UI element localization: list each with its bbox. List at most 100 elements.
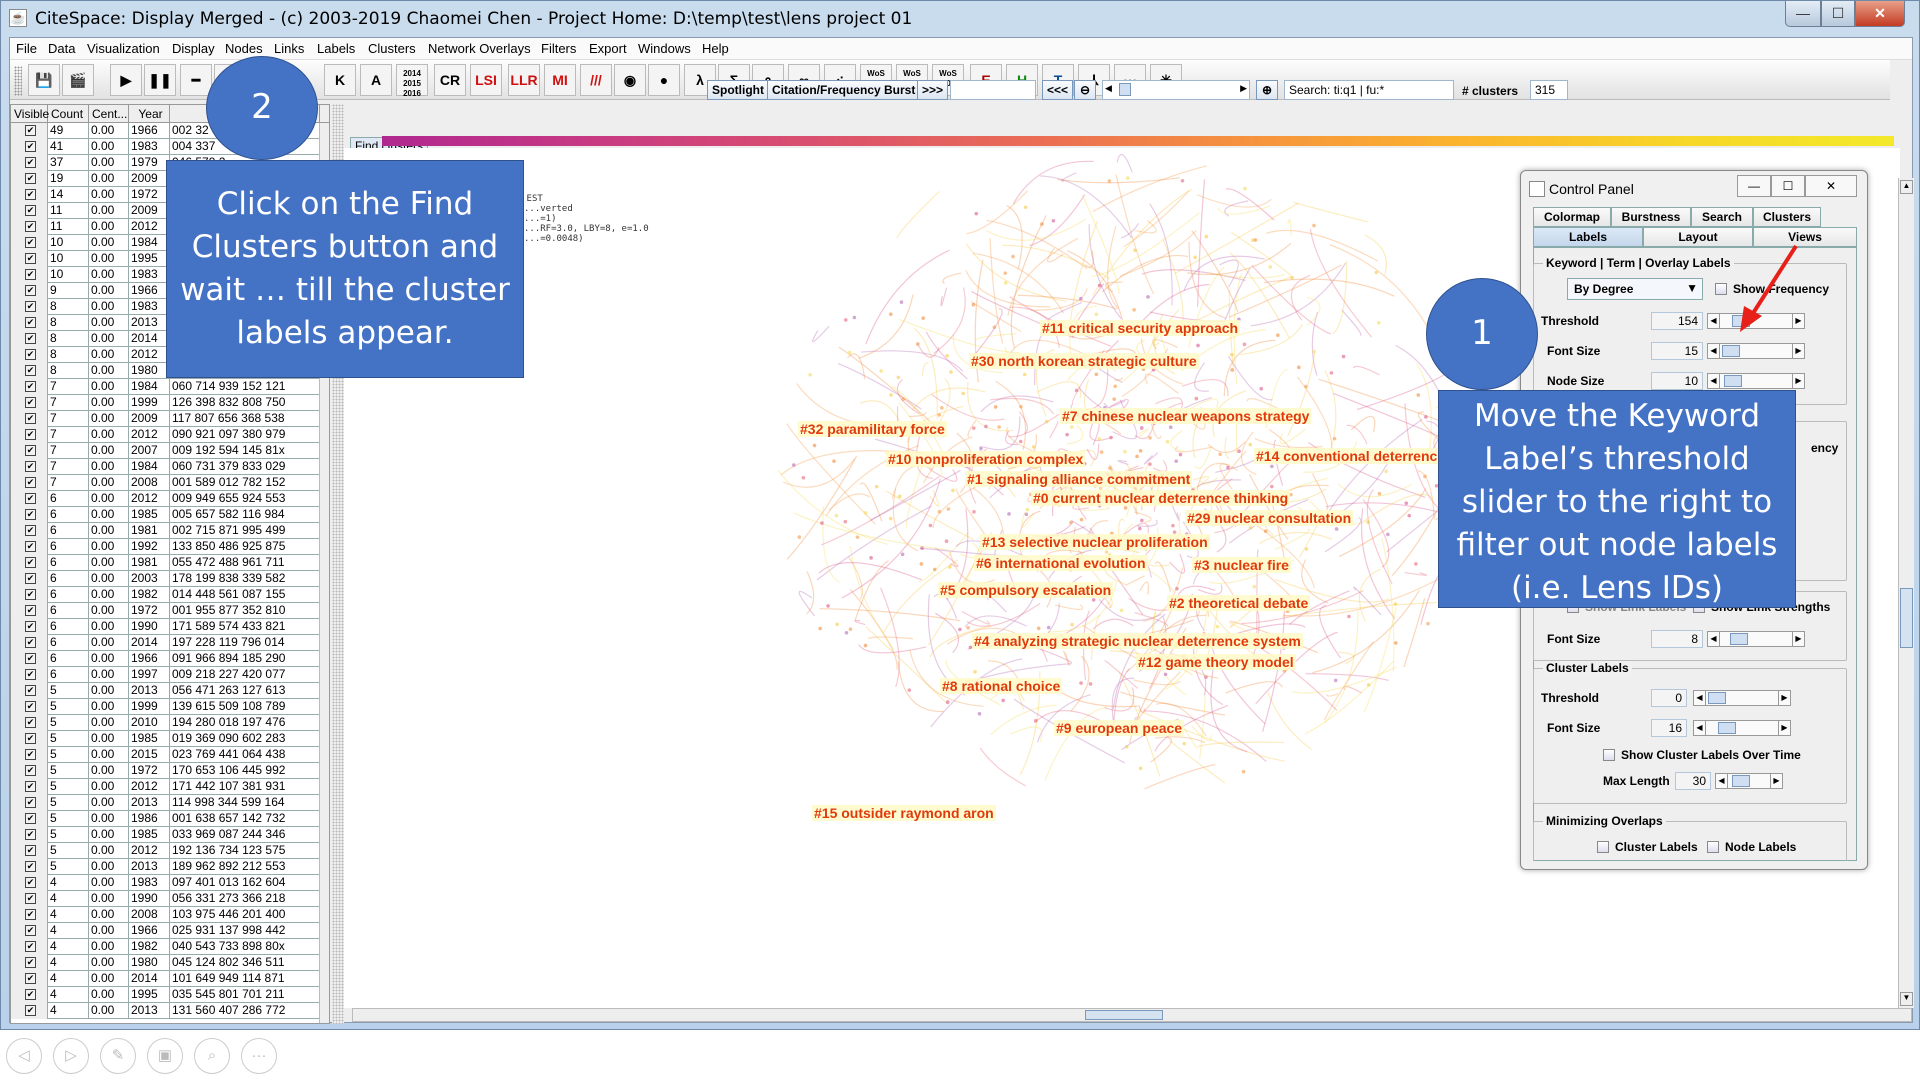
- network-node[interactable]: [1024, 512, 1029, 517]
- visible-cell[interactable]: ✔: [11, 907, 48, 923]
- network-node[interactable]: [1148, 462, 1152, 466]
- visible-cell[interactable]: ✔: [11, 491, 48, 507]
- network-node[interactable]: [835, 622, 839, 627]
- network-node[interactable]: [1174, 459, 1178, 463]
- network-node[interactable]: [1019, 404, 1023, 409]
- table-row[interactable]: ✔ 5 0.00 2012 192 136 734 123 575: [11, 843, 323, 859]
- network-node[interactable]: [1079, 681, 1083, 685]
- visible-cell[interactable]: ✔: [11, 731, 48, 747]
- visible-cell[interactable]: ✔: [11, 635, 48, 651]
- circle-icon[interactable]: ●: [648, 64, 680, 96]
- network-node[interactable]: [1124, 745, 1129, 749]
- node-size-slider[interactable]: ◀ ▶: [1707, 373, 1805, 389]
- network-node[interactable]: [1001, 698, 1005, 703]
- network-node[interactable]: [848, 627, 853, 631]
- network-node[interactable]: [1139, 426, 1144, 430]
- table-row[interactable]: ✔ 6 0.00 2014 197 228 119 796 014: [11, 635, 323, 651]
- visible-cell[interactable]: ✔: [11, 779, 48, 795]
- table-row[interactable]: ✔ 4 0.00 1995 035 545 801 701 211: [11, 987, 323, 1003]
- cluster-font-size-slider[interactable]: ◀ ▶: [1693, 720, 1791, 736]
- visible-cell[interactable]: ✔: [11, 251, 48, 267]
- network-node[interactable]: [1426, 621, 1430, 626]
- network-node[interactable]: [1334, 527, 1339, 531]
- cluster-label[interactable]: #1 signaling alliance commitment: [965, 471, 1193, 487]
- visible-checkbox[interactable]: ✔: [25, 925, 36, 936]
- visible-checkbox[interactable]: ✔: [25, 301, 36, 312]
- cluster-label[interactable]: #29 nuclear consultation: [1185, 510, 1354, 526]
- network-node[interactable]: [818, 626, 822, 631]
- network-node[interactable]: [1138, 766, 1143, 771]
- network-node[interactable]: [961, 391, 966, 396]
- cluster-label[interactable]: #0 current nuclear deterrence thinking: [1031, 490, 1291, 506]
- menu-file[interactable]: File: [16, 41, 37, 56]
- visible-checkbox[interactable]: ✔: [25, 957, 36, 968]
- minimize-button[interactable]: —: [1785, 1, 1821, 27]
- network-node[interactable]: [901, 397, 906, 401]
- visible-checkbox[interactable]: ✔: [25, 557, 36, 568]
- col-count[interactable]: Count: [48, 105, 89, 123]
- visible-checkbox[interactable]: ✔: [25, 157, 36, 168]
- visible-checkbox[interactable]: ✔: [25, 573, 36, 584]
- play-icon[interactable]: ▶: [110, 64, 142, 96]
- tab-labels[interactable]: Labels: [1533, 227, 1643, 247]
- movie-icon[interactable]: 🎬: [62, 64, 94, 96]
- network-node[interactable]: [1138, 526, 1142, 531]
- table-row[interactable]: ✔ 6 0.00 1997 009 218 227 420 077: [11, 667, 323, 683]
- network-node[interactable]: [1178, 452, 1183, 457]
- cluster-label[interactable]: #14 conventional deterrenc: [1254, 448, 1440, 464]
- col-year[interactable]: Year: [129, 105, 170, 123]
- table-row[interactable]: ✔ 6 0.00 1972 001 955 877 352 810: [11, 603, 323, 619]
- visible-cell[interactable]: ✔: [11, 459, 48, 475]
- sort-by-dropdown[interactable]: By Degree ▼: [1567, 278, 1703, 300]
- show-frequency-checkbox[interactable]: [1715, 283, 1727, 295]
- slides-icon[interactable]: ▣: [147, 1038, 183, 1074]
- visible-checkbox[interactable]: ✔: [25, 253, 36, 264]
- network-node[interactable]: [1182, 741, 1187, 746]
- visible-checkbox[interactable]: ✔: [25, 845, 36, 856]
- network-node[interactable]: [1194, 396, 1199, 401]
- years-icon[interactable]: 2014 2015 2016: [396, 64, 428, 98]
- network-node[interactable]: [1276, 333, 1280, 337]
- visible-checkbox[interactable]: ✔: [25, 637, 36, 648]
- visible-cell[interactable]: ✔: [11, 443, 48, 459]
- network-node[interactable]: [1270, 484, 1274, 489]
- network-node[interactable]: [1332, 436, 1337, 441]
- visible-cell[interactable]: ✔: [11, 411, 48, 427]
- cluster-threshold-slider[interactable]: ◀ ▶: [1693, 690, 1791, 706]
- network-node[interactable]: [1123, 506, 1128, 510]
- table-row[interactable]: ✔ 6 0.00 2003 178 199 838 339 582: [11, 571, 323, 587]
- table-row[interactable]: ✔ 5 0.00 2013 189 962 892 212 553: [11, 859, 323, 875]
- table-row[interactable]: ✔ 7 0.00 2012 090 921 097 380 979: [11, 427, 323, 443]
- visible-checkbox[interactable]: ✔: [25, 781, 36, 792]
- network-node[interactable]: [889, 393, 893, 397]
- cp-minimize-button[interactable]: —: [1737, 175, 1771, 197]
- network-node[interactable]: [1193, 255, 1197, 260]
- visible-cell[interactable]: ✔: [11, 395, 48, 411]
- network-node[interactable]: [1230, 368, 1234, 372]
- visible-cell[interactable]: ✔: [11, 555, 48, 571]
- network-node[interactable]: [808, 372, 812, 377]
- visible-cell[interactable]: ✔: [11, 539, 48, 555]
- network-node[interactable]: [921, 316, 925, 320]
- network-node[interactable]: [843, 519, 848, 524]
- burst-button[interactable]: Citation/Frequency Burst: [767, 80, 921, 100]
- visible-checkbox[interactable]: ✔: [25, 221, 36, 232]
- table-row[interactable]: ✔ 7 0.00 2008 001 589 012 782 152: [11, 475, 323, 491]
- lsi-icon[interactable]: LSI: [470, 64, 502, 96]
- network-node[interactable]: [1044, 419, 1049, 424]
- network-node[interactable]: [1218, 452, 1222, 457]
- cluster-label[interactable]: #10 nonproliferation complex: [886, 451, 1086, 467]
- cluster-label[interactable]: #7 chinese nuclear weapons strategy: [1060, 408, 1312, 424]
- network-node[interactable]: [972, 510, 976, 514]
- tab-search[interactable]: Search: [1691, 207, 1753, 227]
- network-node[interactable]: [1079, 517, 1084, 522]
- visible-cell[interactable]: ✔: [11, 875, 48, 891]
- table-row[interactable]: ✔ 5 0.00 1986 001 638 657 142 732: [11, 811, 323, 827]
- cluster-label[interactable]: #9 european peace: [1054, 720, 1185, 736]
- network-node[interactable]: [1163, 672, 1168, 677]
- network-node[interactable]: [945, 353, 949, 358]
- network-node[interactable]: [832, 459, 836, 463]
- visible-checkbox[interactable]: ✔: [25, 797, 36, 808]
- network-node[interactable]: [1237, 449, 1241, 454]
- previous-slide-icon[interactable]: ◁: [6, 1038, 42, 1074]
